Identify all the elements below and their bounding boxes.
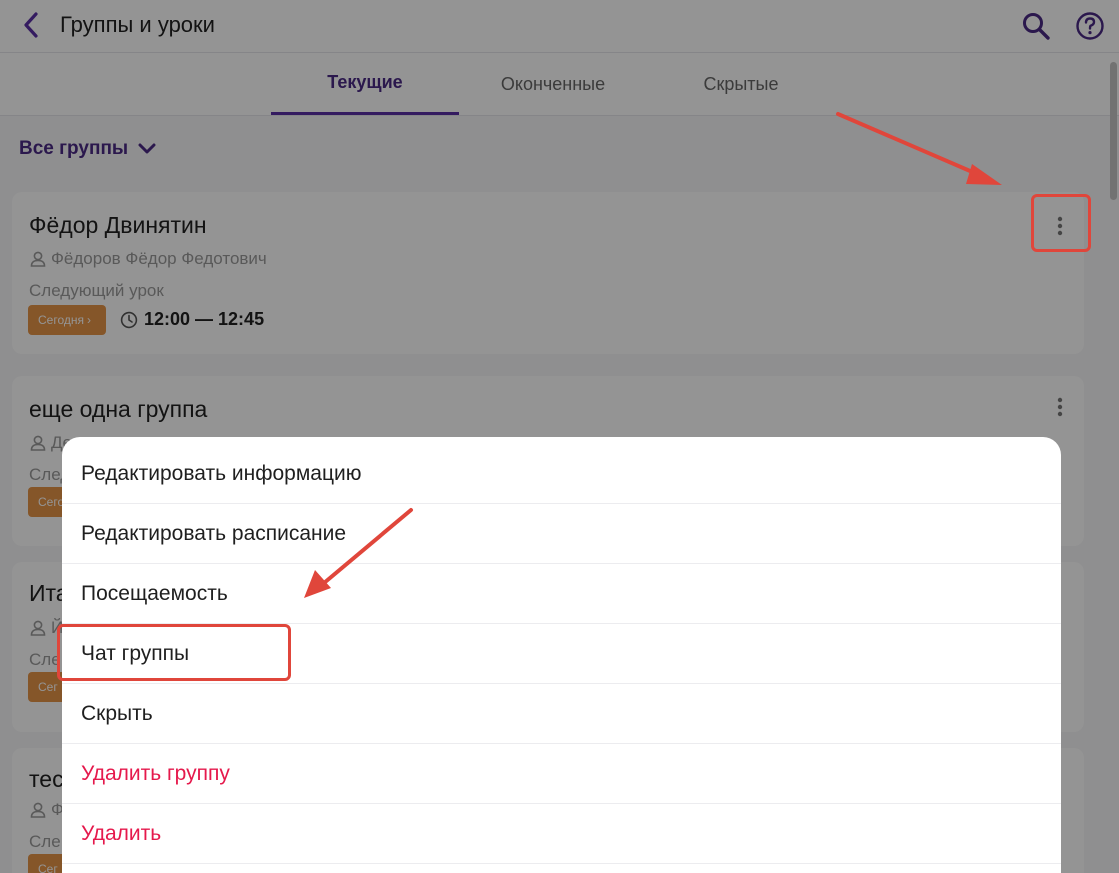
app-root: Группы и уроки Текущие Оконченные Скрыты… <box>0 0 1119 873</box>
arrow-icon <box>836 112 1002 185</box>
annotation-arrows <box>304 112 1002 598</box>
arrow-icon <box>304 508 413 598</box>
